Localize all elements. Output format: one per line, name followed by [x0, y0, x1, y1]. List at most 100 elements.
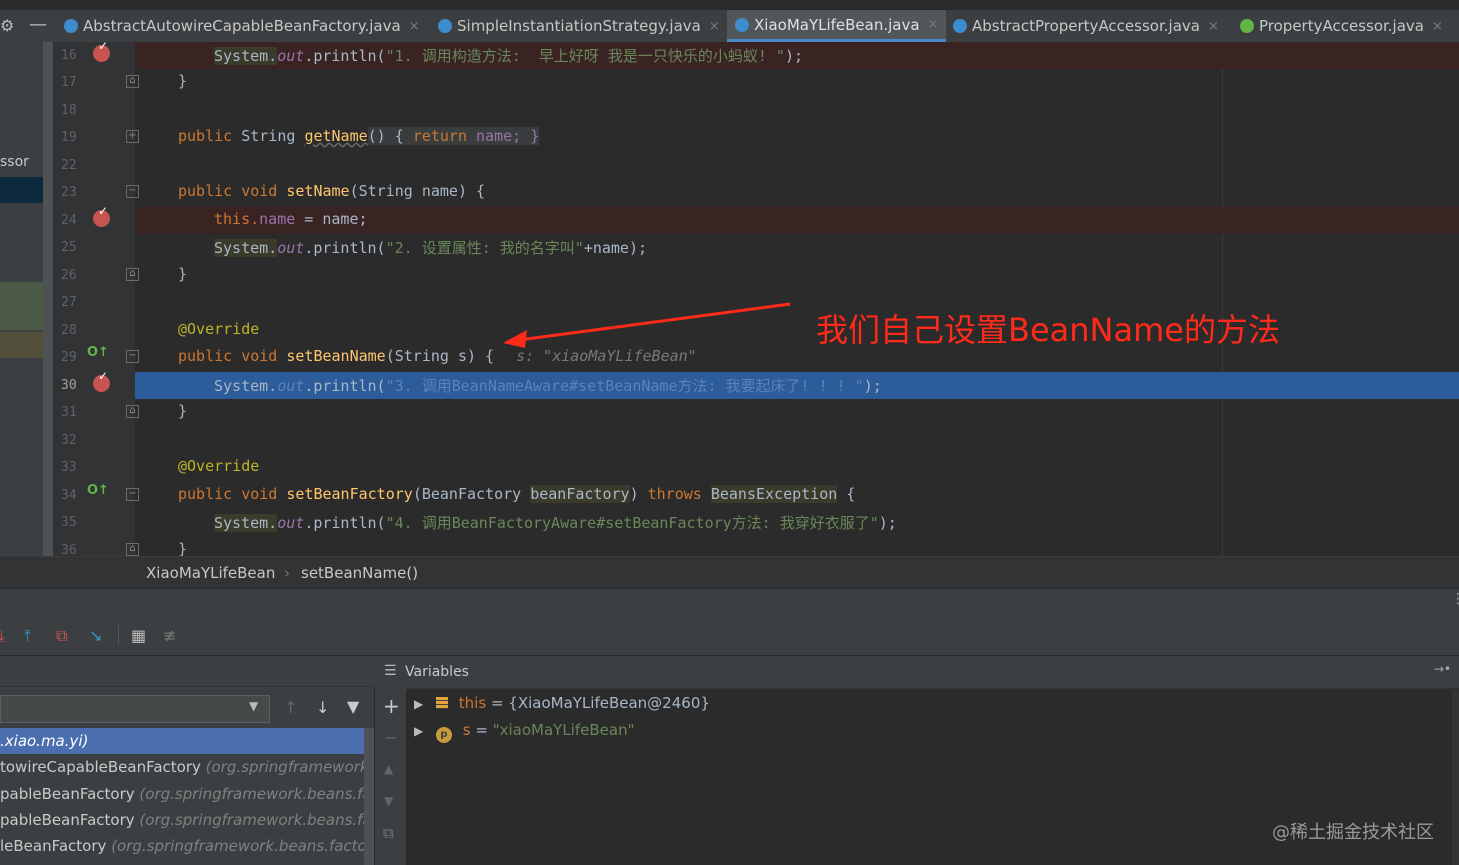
variable-eq: = — [486, 694, 509, 712]
project-item-label[interactable]: ssor — [0, 154, 29, 170]
code-token: (String name) { — [349, 182, 486, 200]
breakpoint-icon[interactable] — [93, 204, 110, 227]
code-line-23[interactable]: public void setName(String name) { — [135, 179, 1459, 206]
tab-abstract-property-accessor[interactable]: AbstractPropertyAccessor.java × — [953, 10, 1219, 42]
vertical-scrollbar[interactable] — [364, 728, 374, 865]
code-line-17[interactable]: } — [135, 69, 1459, 96]
remove-watch-icon[interactable]: − — [384, 728, 397, 747]
code-line-19[interactable]: public String getName() { return name; } — [135, 124, 1459, 151]
code-token: name; } — [467, 127, 540, 145]
field-token: name — [259, 210, 296, 228]
line-number: 30 — [61, 378, 77, 393]
expand-arrow-icon[interactable]: ▶ — [414, 724, 423, 738]
frame-item[interactable]: pableBeanFactory (org.springframework.be… — [0, 807, 364, 833]
close-icon[interactable]: × — [1432, 19, 1443, 34]
line-number: 25 — [61, 240, 77, 255]
system-token: System. — [214, 239, 278, 257]
tab-property-accessor[interactable]: PropertyAccessor.java × — [1240, 10, 1443, 42]
breadcrumb-separator: › — [284, 564, 290, 582]
frame-item[interactable]: towireCapableBeanFactory (org.springfram… — [0, 754, 364, 780]
tab-xiaomay-lifebean[interactable]: XiaoMaYLifeBean.java × — [727, 10, 947, 42]
code-line-35[interactable]: System.out.println("4. 调用BeanFactoryAwar… — [135, 509, 1459, 536]
frame-package: (org.springframework.beans.factory. — [111, 837, 364, 855]
code-line-30-current[interactable]: System.out.println("3. 调用BeanNameAware#s… — [135, 372, 1459, 399]
code-line-36[interactable]: } — [135, 537, 1459, 556]
drop-frame-icon[interactable]: ⧉ — [56, 626, 67, 646]
breakpoint-icon[interactable] — [93, 369, 110, 392]
frame-item[interactable]: leBeanFactory (org.springframework.beans… — [0, 833, 364, 859]
code-line-33[interactable]: @Override — [135, 454, 1459, 481]
settings-gear-icon[interactable]: ⚙ — [0, 16, 14, 35]
step-into-icon[interactable]: ⤓ — [0, 626, 5, 646]
variable-row-this[interactable]: ▶ this = {XiaoMaYLifeBean@2460} — [414, 694, 710, 712]
override-icon[interactable]: O↑ — [87, 483, 109, 498]
project-item-selected[interactable] — [0, 177, 43, 203]
close-icon[interactable]: × — [1208, 19, 1219, 34]
variable-value: {XiaoMaYLifeBean@2460} — [508, 694, 710, 712]
trace-icon[interactable]: ≢ — [163, 626, 176, 645]
move-down-icon[interactable]: ▼ — [384, 794, 393, 808]
more-icon[interactable]: ⋮ — [1451, 591, 1459, 607]
code-line-34[interactable]: public void setBeanFactory(BeanFactory b… — [135, 482, 1459, 509]
line-number: 31 — [61, 405, 77, 420]
evaluate-icon[interactable]: ▦ — [131, 626, 146, 645]
code-editor[interactable]: System.out.println("1. 调用构造方法: 早上好呀 我是一只… — [135, 42, 1459, 556]
filter-icon[interactable]: ▼ — [347, 697, 359, 716]
move-up-icon[interactable]: ▲ — [384, 762, 393, 776]
code-token: } — [178, 540, 188, 556]
arrow-up-icon[interactable]: ↑ — [284, 698, 297, 717]
variable-value: "xiaoMaYLifeBean" — [492, 721, 635, 739]
vertical-scrollbar[interactable] — [1452, 690, 1459, 865]
hide-icon[interactable]: — — [29, 14, 47, 35]
close-icon[interactable]: × — [409, 19, 420, 34]
line-number: 16 — [61, 48, 77, 63]
breakpoint-icon[interactable] — [93, 39, 110, 62]
frame-item[interactable]: .xiao.ma.yi) — [0, 728, 364, 754]
keyword-token: public — [178, 127, 233, 145]
code-token: = name; — [295, 210, 368, 228]
frames-header — [0, 656, 374, 687]
code-line-25[interactable]: System.out.println("2. 设置属性: 我的名字叫"+name… — [135, 234, 1459, 261]
tab-simple-instantiation[interactable]: SimpleInstantiationStrategy.java × — [438, 10, 720, 42]
line-number: 35 — [61, 515, 77, 530]
code-token: ) — [629, 485, 648, 503]
close-icon[interactable]: × — [928, 17, 939, 32]
code-line-26[interactable]: } — [135, 262, 1459, 289]
arrow-down-icon[interactable]: ↓ — [316, 698, 329, 717]
frame-item[interactable]: pableBeanFactory (org.springframework.be… — [0, 781, 364, 807]
line-number: 29 — [61, 350, 77, 365]
copy-icon[interactable]: ⧉ — [383, 824, 394, 842]
step-out-icon[interactable]: ⤒ — [24, 626, 31, 646]
variable-eq: = — [470, 721, 493, 739]
pin-icon[interactable]: →• — [1434, 662, 1451, 676]
thread-selector[interactable]: ▼ — [0, 695, 270, 723]
variable-row-s[interactable]: ▶ p s = "xiaoMaYLifeBean" — [414, 721, 635, 743]
code-token: (String s) { — [385, 347, 495, 365]
system-token: System. — [214, 514, 278, 532]
frame-package: (org.springframework.beans.facto — [139, 785, 364, 803]
close-icon[interactable]: × — [709, 19, 720, 34]
code-token: ); — [784, 47, 803, 65]
out-token: out — [277, 47, 305, 65]
project-panel: ssor — [0, 42, 53, 556]
chevron-down-icon: ▼ — [249, 699, 259, 713]
code-line-16[interactable]: System.out.println("1. 调用构造方法: 早上好呀 我是一只… — [135, 42, 1459, 69]
frames-panel: ↑ ↓ ▼ .xiao.ma.yi) towireCapableBeanFact… — [0, 656, 374, 865]
line-number: 17 — [61, 75, 77, 90]
breadcrumb-method[interactable]: setBeanName() — [301, 564, 418, 582]
tab-label: XiaoMaYLifeBean.java — [754, 15, 920, 34]
expand-arrow-icon[interactable]: ▶ — [414, 697, 423, 711]
add-watch-icon[interactable]: + — [383, 694, 400, 718]
frame-package: (org.springframework.be — [205, 758, 364, 776]
class-icon — [64, 19, 78, 33]
frame-name: towireCapableBeanFactory — [0, 758, 206, 776]
code-line-31[interactable]: } — [135, 399, 1459, 426]
override-icon[interactable]: O↑ — [87, 345, 109, 360]
tab-abstract-autowire[interactable]: AbstractAutowireCapableBeanFactory.java … — [64, 10, 420, 42]
run-to-cursor-icon[interactable]: ↘ — [89, 626, 102, 645]
toolbar-separator — [118, 625, 119, 645]
breadcrumb-class[interactable]: XiaoMaYLifeBean — [146, 564, 275, 582]
code-line-24[interactable]: this.name = name; — [135, 207, 1459, 234]
out-token: out — [277, 514, 305, 532]
vertical-scrollbar[interactable] — [43, 42, 53, 556]
